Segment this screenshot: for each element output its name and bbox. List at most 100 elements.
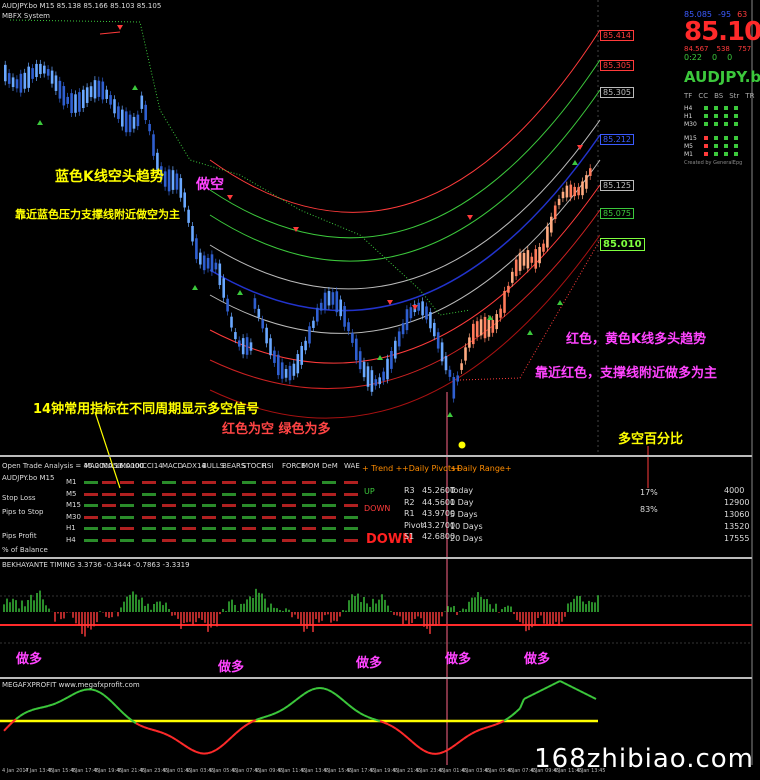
tf-header-bs: BS (714, 92, 724, 100)
buy-arrow (557, 300, 563, 305)
price-tag: 85.125 (600, 180, 634, 191)
tf-row: M15 (684, 134, 754, 142)
signal-cell (344, 504, 358, 507)
candle-body (152, 134, 155, 156)
symbol-name: AUDJPY.bo (684, 68, 760, 86)
buy-arrow (237, 290, 243, 295)
candle-body (507, 285, 510, 293)
current-price: 85.105 (684, 17, 760, 47)
candle-body (199, 252, 202, 265)
oscillator-segment (455, 740, 461, 746)
annotation-blue-trend: 蓝色K线空头趋势 (55, 169, 164, 185)
signal-cell (242, 492, 256, 496)
note-arrow-line (94, 411, 121, 489)
signal-cell (84, 492, 98, 496)
signal-cell (262, 515, 276, 519)
oscillator-segment (27, 709, 33, 713)
oscillator-segment (271, 712, 277, 716)
oscillator-segment (507, 714, 513, 720)
candle-body (222, 278, 225, 298)
trend-down: DOWN (364, 504, 391, 513)
buy-arrow (132, 85, 138, 90)
oscillator-segment (403, 733, 409, 739)
signal-column-header: MA50 (102, 462, 122, 470)
candle-body (538, 246, 541, 264)
signal-cell (142, 481, 156, 484)
tf-signal-dot (714, 114, 718, 118)
oscillator-segment (383, 721, 389, 726)
oscillator-segment (255, 717, 261, 721)
oscillator-segment (219, 743, 225, 749)
candle-body (518, 252, 522, 271)
oscillator-segment (35, 706, 41, 710)
oscillator-segment (7, 721, 13, 728)
signal-cell (302, 504, 316, 507)
buy-arrow (527, 330, 533, 335)
analysis-left-item: Pips to Stop (2, 508, 44, 516)
signal-row-label: M30 (66, 512, 81, 521)
signal-cell (142, 538, 156, 542)
signal-cell (282, 515, 296, 519)
candle-body (452, 377, 456, 399)
candle-body (245, 337, 249, 355)
signal-cell (262, 527, 276, 530)
oscillator-segment (447, 746, 453, 751)
panel-separator-1[interactable] (0, 455, 752, 457)
candle-body (43, 65, 46, 74)
oscillator-segment (467, 732, 473, 737)
signal-row-label: H1 (66, 524, 76, 532)
candle-body (475, 321, 479, 337)
candle-body (526, 250, 530, 269)
tf-header-str: Str (729, 92, 740, 100)
oscillator-segment (47, 703, 53, 707)
oscillator-segment (99, 691, 105, 696)
oscillator-segment (351, 706, 357, 712)
signal-cell (162, 492, 176, 496)
oscillator-segment (279, 707, 285, 712)
oscillator-segment (439, 750, 445, 755)
candle-body (19, 73, 23, 93)
oscillator-segment (571, 686, 577, 690)
candle-body (140, 95, 144, 109)
oscillator-segment (111, 701, 117, 707)
candle-body (589, 168, 592, 176)
range-header: +Daily Range+ (450, 464, 512, 473)
signal-column-header: MACD (162, 462, 183, 470)
oscillator-segment (471, 730, 477, 735)
oscillator-segment (259, 716, 265, 720)
panel-separator-2[interactable] (0, 557, 752, 559)
candle-body (378, 377, 381, 385)
signal-cell (282, 527, 296, 530)
signal-cell (182, 538, 196, 542)
oscillator-segment (163, 732, 169, 737)
signal-column-header: DeM (322, 462, 338, 470)
candle-body (468, 337, 471, 348)
candle-body (85, 87, 89, 103)
signal-cell (302, 492, 316, 496)
panel-separator-3[interactable] (0, 677, 752, 679)
candle-body (553, 205, 557, 220)
candle-body (514, 259, 518, 277)
signal-cell (242, 538, 256, 542)
signal-cell (262, 538, 276, 542)
candle-body (495, 314, 498, 330)
oscillator-segment (399, 730, 405, 736)
tf-signal-dot (714, 136, 718, 140)
candle-body (374, 379, 378, 386)
signal-cell (102, 504, 116, 507)
signal-cell (344, 515, 358, 519)
tf-signal-dot (704, 114, 708, 118)
tf-signal-dot (714, 144, 718, 148)
oscillator-segment (527, 694, 533, 698)
candle-body (206, 257, 210, 269)
watermark: 168zhibiao.com (534, 744, 754, 774)
annotation-red-trend: 红色，黄色K线多头趋势 (566, 332, 707, 347)
candle-body (397, 331, 401, 347)
candle-body (460, 363, 463, 370)
signal-cell (102, 538, 116, 542)
signal-cell (302, 538, 316, 542)
pivot-name: S1 (404, 532, 415, 541)
signal-cell (344, 492, 358, 496)
candle-body (39, 63, 42, 75)
oscillator-segment (211, 749, 217, 753)
